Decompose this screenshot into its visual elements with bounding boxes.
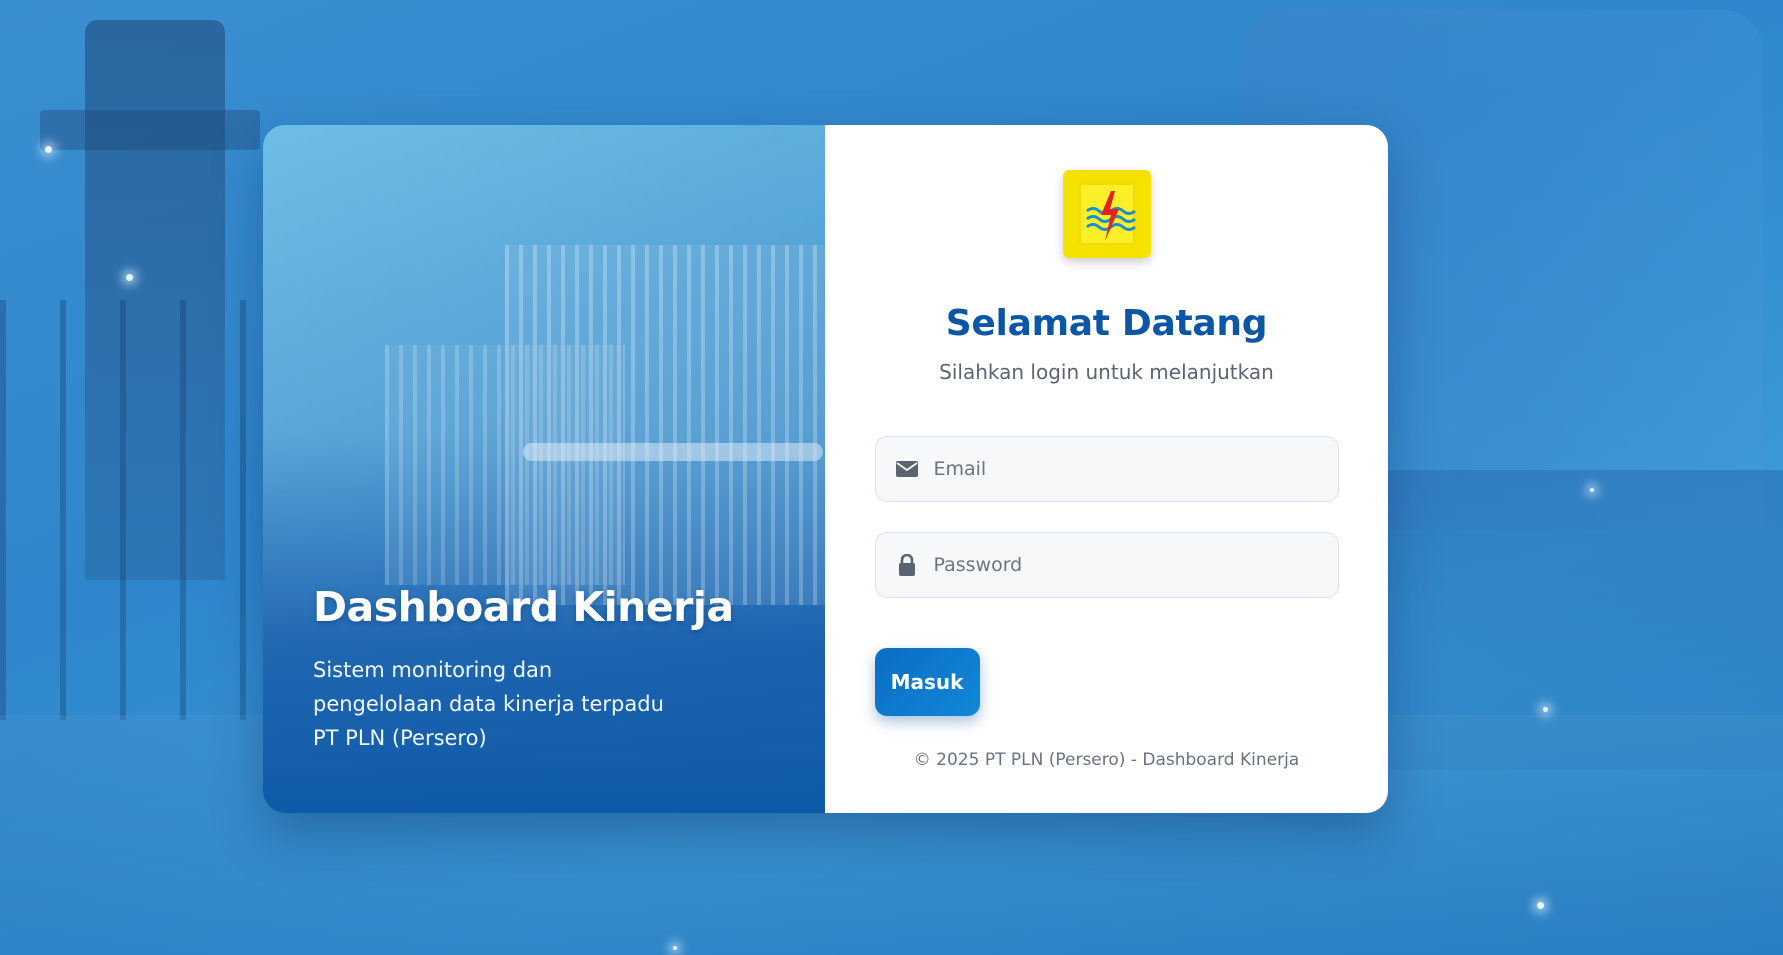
submit-row: Masuk: [874, 648, 1339, 716]
hero-title: Dashboard Kinerja: [313, 583, 734, 631]
background-frame: [0, 300, 280, 720]
logo-inner: [1078, 183, 1136, 245]
login-form-panel: Selamat Datang Silahkan login untuk mela…: [825, 125, 1388, 813]
hero-description: Sistem monitoring dan pengelolaan data k…: [313, 658, 664, 750]
background-tower-platform: [40, 110, 260, 150]
sparkle: [1590, 488, 1594, 492]
sparkle: [673, 946, 677, 950]
sparkle: [1543, 707, 1548, 712]
welcome-title: Selamat Datang: [945, 303, 1268, 344]
lightning-wave-icon: [1085, 191, 1136, 241]
hero-text: Dashboard Kinerja Sistem monitoring dan …: [313, 583, 734, 755]
envelope-icon: [894, 456, 920, 482]
password-field[interactable]: [874, 532, 1339, 598]
sparkle: [126, 274, 133, 281]
email-input[interactable]: [933, 458, 1314, 480]
copyright-footer: © 2025 PT PLN (Persero) - Dashboard Kine…: [913, 750, 1300, 770]
email-field[interactable]: [874, 436, 1339, 502]
login-button[interactable]: Masuk: [874, 648, 980, 716]
pln-lightning-logo-icon: [1062, 170, 1151, 258]
password-input[interactable]: [933, 554, 1314, 576]
hero-panel: Dashboard Kinerja Sistem monitoring dan …: [263, 125, 825, 813]
hero-pipe: [523, 443, 823, 461]
lock-icon: [894, 552, 920, 578]
sparkle: [1537, 902, 1544, 909]
hero-building: [505, 245, 825, 605]
welcome-subtitle: Silahkan login untuk melanjutkan: [939, 360, 1274, 384]
login-card: Dashboard Kinerja Sistem monitoring dan …: [263, 125, 1388, 813]
sparkle: [45, 146, 52, 153]
